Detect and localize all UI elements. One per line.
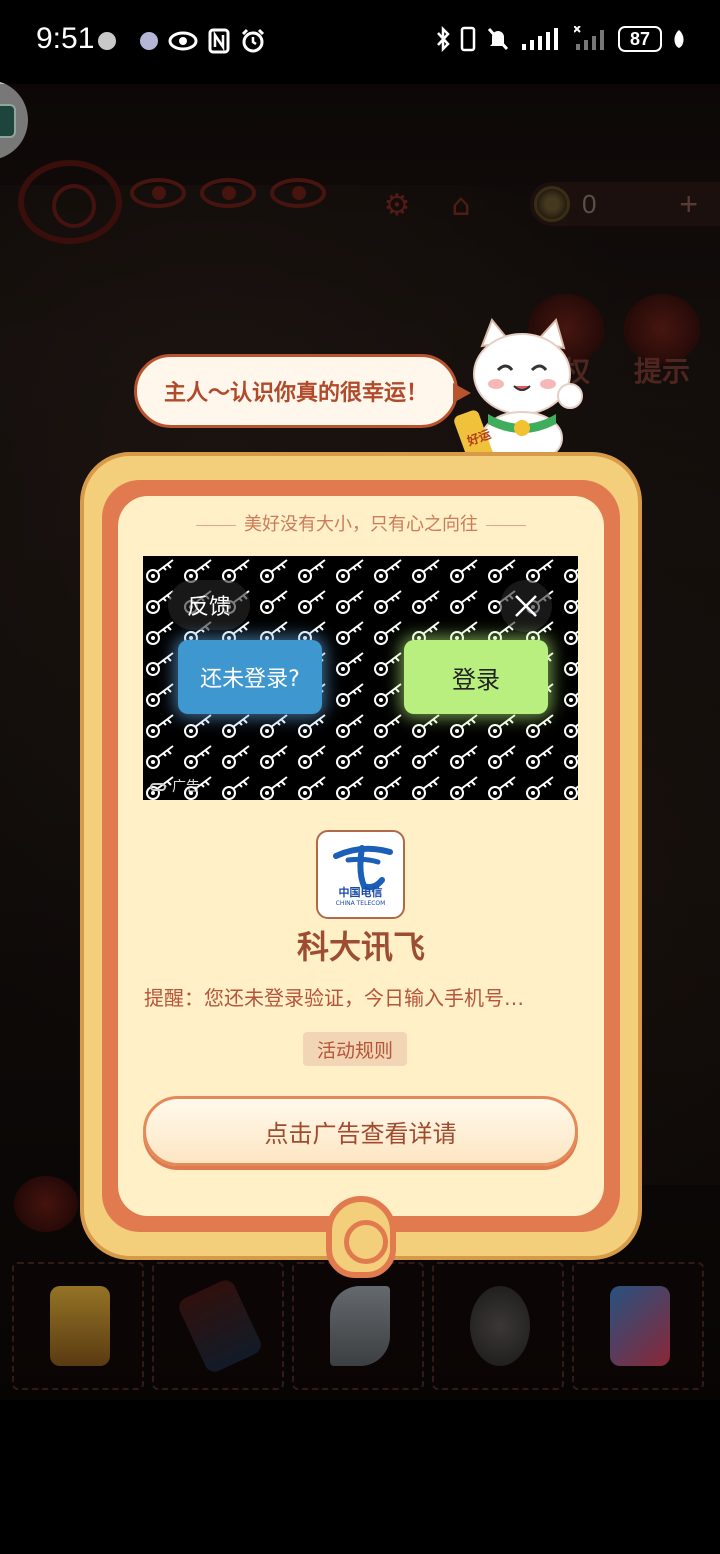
logo-en-text: CHINA TELECOM: [335, 900, 386, 907]
ad-description: 提醒：您还未登录验证，今日输入手机号…: [144, 986, 524, 1010]
status-right-icons: 87: [436, 26, 686, 52]
ad-mark-icon: [150, 783, 166, 791]
activity-rules-link[interactable]: 活动规则: [303, 1032, 407, 1066]
motto-text: 美好没有大小，只有心之向往: [244, 514, 478, 535]
ad-close-button[interactable]: [500, 580, 552, 632]
app-notification-icon: [140, 32, 158, 50]
alarm-icon: [241, 28, 265, 53]
mute-icon: [487, 27, 509, 51]
vibrate-icon: [460, 26, 476, 52]
status-left-icons: [98, 28, 266, 54]
close-icon: [515, 595, 537, 617]
ad-feedback-button[interactable]: 反馈: [168, 580, 250, 630]
bluetooth-icon: [437, 26, 450, 52]
ad-label-text: 广告: [172, 779, 200, 795]
speech-bubble: 主人～认识你真的很幸运！: [134, 354, 471, 428]
dialog-ornament-icon: [326, 1196, 396, 1278]
ad-label: 广告: [150, 776, 200, 796]
eye-icon: [168, 31, 198, 51]
ad-not-logged-in-button[interactable]: 还未登录?: [178, 640, 322, 714]
battery-icon: 87: [618, 26, 662, 52]
logo-cn-text: 中国电信: [338, 886, 383, 899]
ad-login-button[interactable]: 登录: [404, 640, 548, 714]
nfc-icon: [208, 28, 230, 54]
status-time: 9:51: [36, 22, 95, 55]
view-ad-details-button[interactable]: 点击广告查看详请: [143, 1096, 578, 1166]
speech-text: 主人～认识你真的很幸运！: [163, 381, 428, 406]
signal-icon: [574, 26, 604, 50]
advertiser-logo[interactable]: 中国电信 CHINA TELECOM: [316, 830, 405, 919]
signal-icon: [522, 28, 558, 50]
dialog-motto: 美好没有大小，只有心之向往: [118, 510, 604, 536]
status-bar: 9:51 87: [0, 0, 720, 84]
lucky-cat-icon: 好运: [454, 317, 583, 466]
divider: [486, 524, 526, 526]
leaf-icon: [674, 30, 684, 48]
app-notification-icon: [98, 32, 116, 50]
advertiser-logo-text: 中国电信 CHINA TELECOM: [318, 884, 403, 907]
navigation-area: [0, 1400, 720, 1554]
advertiser-name: 科大讯飞: [296, 928, 425, 966]
divider: [196, 524, 236, 526]
